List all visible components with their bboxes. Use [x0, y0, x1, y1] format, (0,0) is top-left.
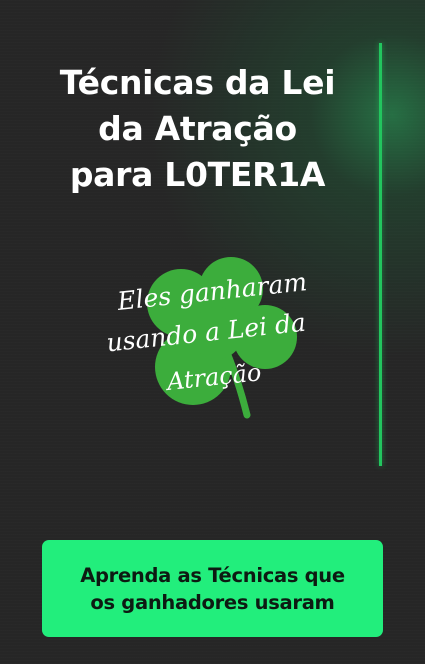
cta-label-line-2: os ganhadores usaram — [90, 590, 335, 614]
page-title: Técnicas da Lei da Atração para L0TER1A — [30, 60, 365, 198]
clover-caption: Eles ganharam usando a Lei da Atração — [105, 267, 308, 396]
learn-techniques-button[interactable]: Aprenda as Técnicas que os ganhadores us… — [42, 540, 383, 637]
page-title-line-3: para L0TER1A — [69, 155, 326, 194]
four-leaf-clover-icon: Eles ganharam usando a Lei da Atração — [105, 257, 308, 419]
cta-label-line-1: Aprenda as Técnicas que — [80, 563, 345, 587]
page-title-line-1: Técnicas da Lei — [59, 63, 336, 102]
accent-divider-line — [379, 43, 382, 466]
page-title-line-2: da Atração — [98, 109, 297, 148]
